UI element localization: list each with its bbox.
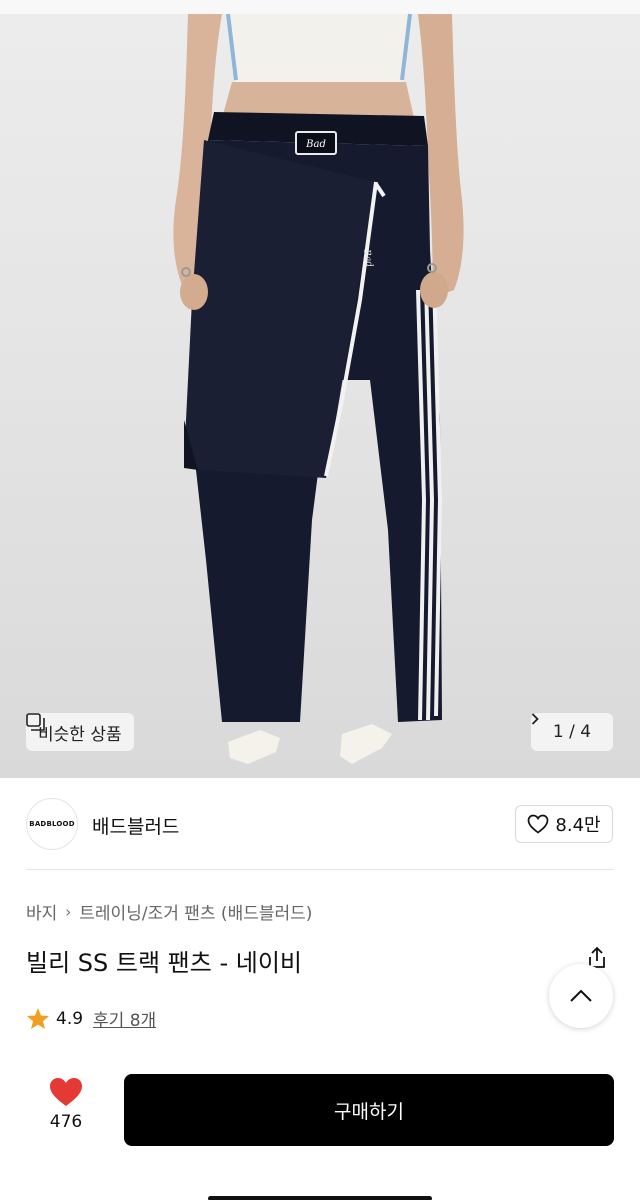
image-pager-text: 1 / 4 bbox=[552, 722, 592, 742]
product-image[interactable]: Bad Bad 비슷한 상품 1 / 4 bbox=[0, 0, 640, 778]
divider bbox=[26, 869, 614, 870]
brand-logo[interactable]: BADBLOOD bbox=[26, 798, 78, 850]
scroll-to-top-button[interactable] bbox=[549, 964, 613, 1028]
wishlist-count: 476 bbox=[49, 1112, 83, 1132]
product-title: 빌리 SS 트랙 팬츠 - 네이비 bbox=[26, 949, 302, 977]
brand-like-button[interactable]: 8.4만 bbox=[515, 805, 613, 843]
svg-text:Bad: Bad bbox=[305, 139, 326, 150]
brand-row: BADBLOOD 배드블러드 8.4만 bbox=[0, 778, 640, 870]
brand-like-count: 8.4만 bbox=[555, 815, 601, 836]
wishlist-button[interactable]: 476 bbox=[40, 1076, 92, 1132]
review-link[interactable]: 후기 8개 bbox=[93, 1006, 156, 1031]
star-icon bbox=[27, 1008, 49, 1029]
brand-logo-text: BADBLOOD bbox=[29, 820, 75, 828]
buy-button[interactable]: 구매하기 bbox=[124, 1074, 614, 1146]
image-pager-button[interactable]: 1 / 4 bbox=[531, 713, 613, 751]
breadcrumb: 바지 › 트레이닝/조거 팬츠 (배드블러드) bbox=[26, 899, 312, 925]
home-indicator bbox=[208, 1196, 432, 1200]
chevron-right-icon bbox=[531, 713, 539, 725]
heart-outline-icon bbox=[528, 814, 549, 834]
breadcrumb-item-subcategory[interactable]: 트레이닝/조거 팬츠 (배드블러드) bbox=[79, 899, 312, 924]
breadcrumb-item-category[interactable]: 바지 bbox=[26, 899, 57, 924]
similar-products-label: 비슷한 상품 bbox=[38, 724, 122, 745]
product-photo: Bad Bad bbox=[173, 13, 464, 764]
similar-items-icon bbox=[26, 713, 45, 731]
breadcrumb-separator: › bbox=[65, 902, 72, 921]
chevron-up-icon bbox=[570, 989, 592, 1002]
brand-name[interactable]: 배드블러드 bbox=[92, 812, 179, 839]
similar-products-button[interactable]: 비슷한 상품 bbox=[26, 713, 134, 751]
rating-row: 4.9 후기 8개 bbox=[26, 1006, 156, 1031]
heart-filled-icon bbox=[50, 1078, 82, 1106]
rating-value: 4.9 bbox=[56, 1008, 84, 1029]
